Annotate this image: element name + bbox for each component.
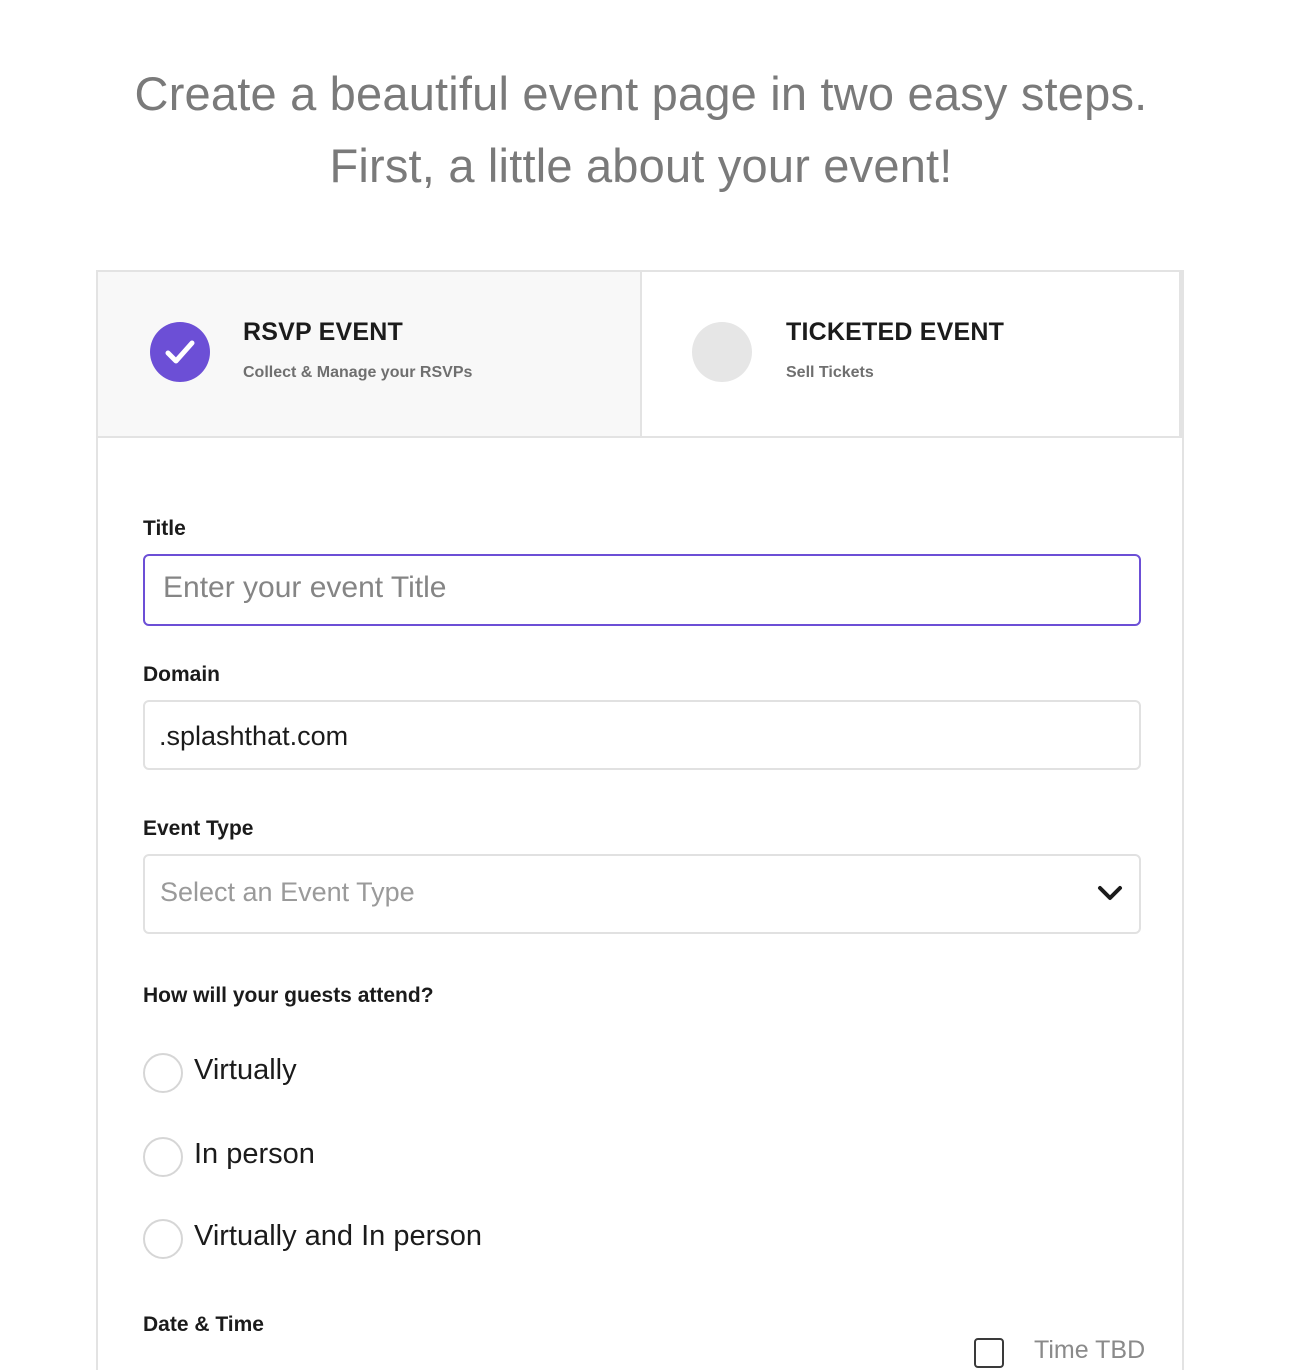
tab-rsvp-event[interactable]: RSVP EVENT Collect & Manage your RSVPs [98, 272, 642, 436]
radio-button[interactable] [143, 1053, 183, 1093]
radio-button[interactable] [143, 1219, 183, 1259]
event-type-label: Event Type [143, 817, 254, 840]
radio-button[interactable] [143, 1137, 183, 1177]
event-type-placeholder: Select an Event Type [160, 877, 415, 907]
domain-input[interactable]: .splashthat.com [143, 700, 1141, 770]
page-headline: Create a beautiful event page in two eas… [0, 58, 1282, 202]
event-kind-tabs: RSVP EVENT Collect & Manage your RSVPs T… [98, 272, 1182, 438]
attendance-label: How will your guests attend? [143, 984, 434, 1007]
tab-ticketed-event[interactable]: TICKETED EVENT Sell Tickets [642, 272, 1182, 436]
tab-rsvp-title: RSVP EVENT [243, 318, 403, 346]
event-form-card: RSVP EVENT Collect & Manage your RSVPs T… [96, 270, 1184, 1370]
tab-ticketed-subtitle: Sell Tickets [786, 364, 874, 381]
radio-label: Virtually and In person [194, 1220, 483, 1252]
headline-line-1: Create a beautiful event page in two eas… [134, 67, 1148, 120]
time-tbd-label[interactable]: Time TBD [1034, 1336, 1145, 1365]
time-tbd-checkbox[interactable] [974, 1338, 1004, 1368]
checkmark-icon [150, 322, 210, 382]
radio-label: In person [194, 1138, 315, 1170]
chevron-down-icon [1097, 884, 1123, 907]
date-time-label: Date & Time [143, 1313, 264, 1336]
event-type-select[interactable]: Select an Event Type [143, 854, 1141, 934]
tab-ticketed-title: TICKETED EVENT [786, 318, 1005, 346]
tab-rsvp-subtitle: Collect & Manage your RSVPs [243, 364, 473, 381]
unselected-circle-icon [692, 322, 752, 382]
title-label: Title [143, 517, 186, 540]
headline-line-2: First, a little about your event! [329, 139, 953, 192]
title-input[interactable]: Enter your event Title [143, 554, 1141, 626]
domain-value: .splashthat.com [159, 721, 349, 751]
title-placeholder: Enter your event Title [163, 571, 447, 604]
radio-label: Virtually [194, 1054, 297, 1086]
domain-label: Domain [143, 663, 221, 686]
